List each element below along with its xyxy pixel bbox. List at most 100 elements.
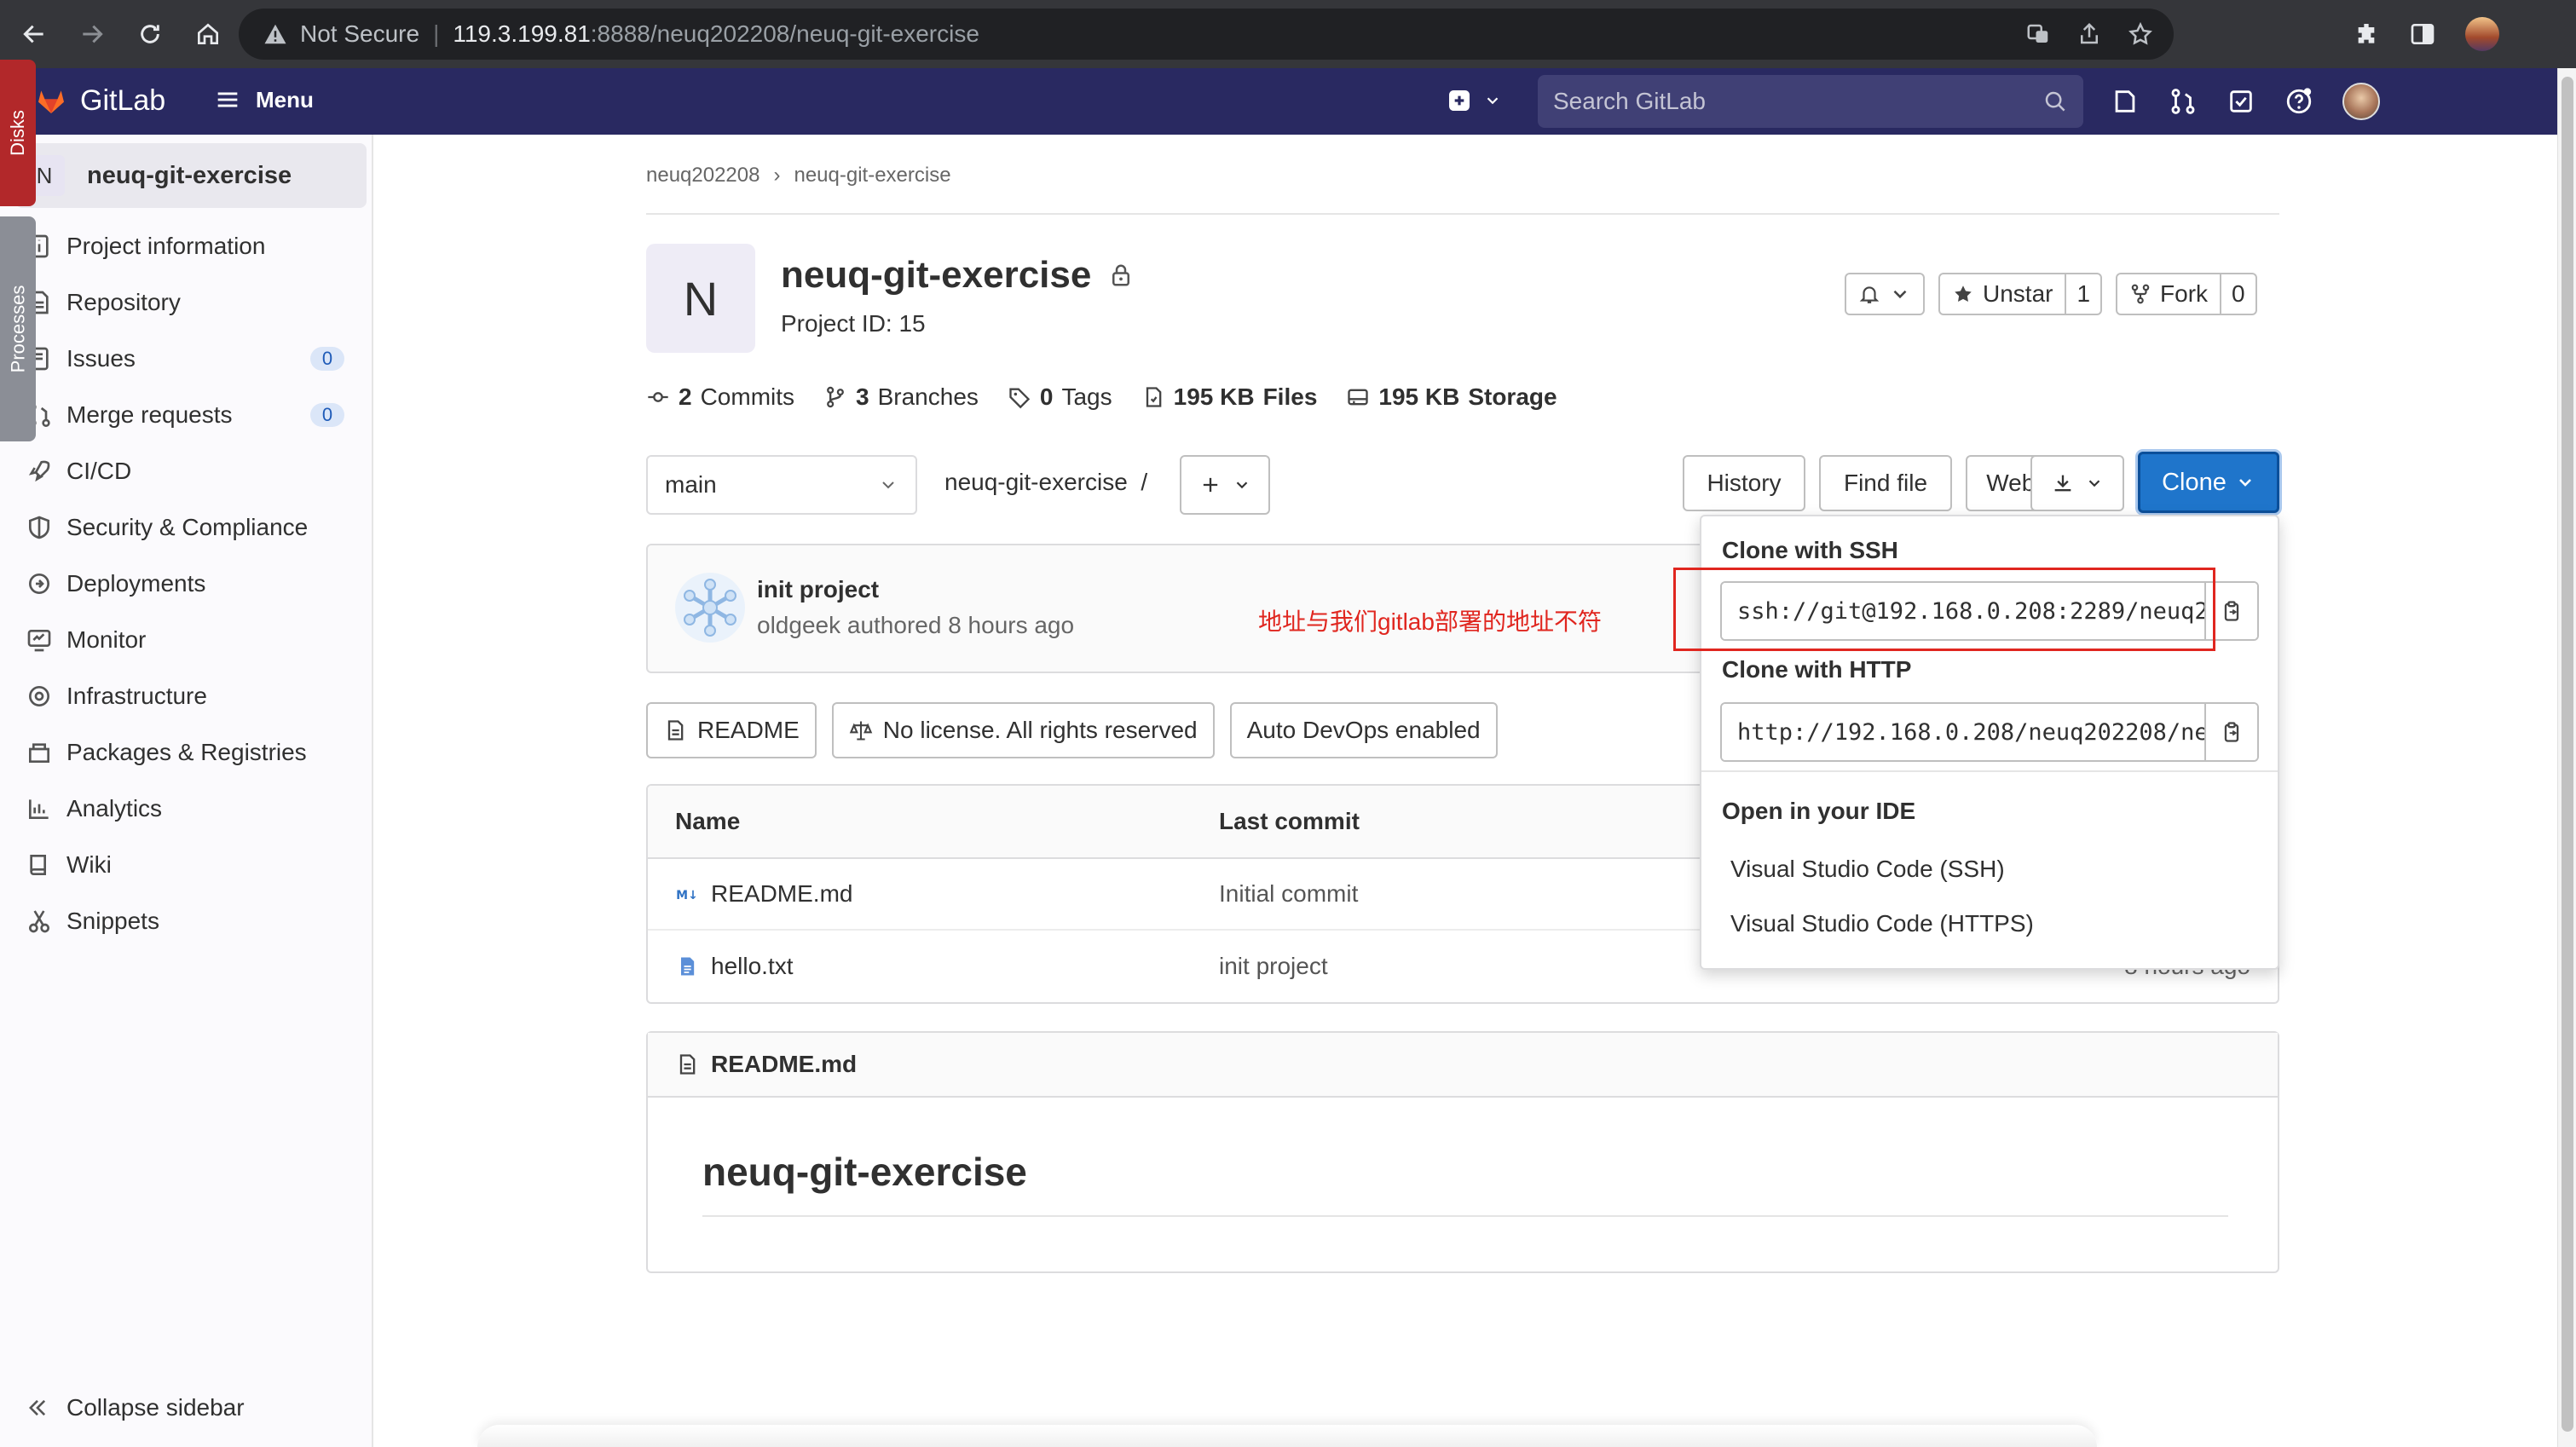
- gitlab-logo[interactable]: GitLab: [34, 84, 165, 118]
- collapse-sidebar-button[interactable]: Collapse sidebar: [26, 1394, 245, 1421]
- sidepanel-icon[interactable]: [2409, 20, 2436, 48]
- commits-count: 2: [679, 383, 692, 410]
- repo-path-name[interactable]: neuq-git-exercise: [944, 469, 1128, 495]
- sidebar-item-label: Packages & Registries: [66, 739, 307, 765]
- commit-title[interactable]: init project: [757, 576, 879, 603]
- forward-button[interactable]: [68, 10, 116, 58]
- share-icon[interactable]: [2076, 21, 2102, 47]
- file-last-commit[interactable]: init project: [1219, 953, 1328, 980]
- chevron-down-icon: [1893, 290, 1907, 299]
- address-bar[interactable]: Not Secure | 119.3.199.81:8888/neuq20220…: [239, 9, 2174, 60]
- open-vscode-ssh-item[interactable]: Visual Studio Code (SSH): [1730, 856, 2005, 883]
- search-input[interactable]: Search GitLab: [1538, 75, 2083, 128]
- sidebar-item-wiki[interactable]: Wiki: [0, 837, 373, 893]
- sidebar-item-label: Monitor: [66, 626, 147, 653]
- file-last-commit[interactable]: Initial commit: [1219, 880, 1358, 908]
- sidebar-item-label: Analytics: [66, 795, 163, 822]
- issues-count-badge: 0: [310, 347, 344, 371]
- reload-icon: [141, 25, 159, 43]
- fork-icon: [2131, 284, 2150, 304]
- branches-count: 3: [856, 383, 869, 410]
- sidebar-item-security-compliance[interactable]: Security & Compliance: [0, 499, 373, 556]
- sidebar-project-header[interactable]: N neuq-git-exercise: [15, 143, 367, 208]
- bookmark-star-icon[interactable]: [2128, 21, 2153, 47]
- brand-name: GitLab: [80, 84, 166, 117]
- file-name-cell[interactable]: hello.txt: [675, 953, 794, 980]
- sidebar-item-merge-requests[interactable]: Merge requests 0: [0, 387, 373, 443]
- notification-dropdown[interactable]: [1845, 273, 1925, 315]
- merge-requests-nav-icon[interactable]: [2169, 87, 2198, 116]
- doc-icon: [667, 720, 684, 741]
- scrollbar-thumb[interactable]: [2562, 77, 2573, 1432]
- warning-icon: [264, 24, 286, 44]
- fork-count[interactable]: 0: [2220, 274, 2255, 314]
- user-avatar[interactable]: [2342, 83, 2380, 120]
- commits-stat[interactable]: 2 Commits: [646, 383, 794, 411]
- branch-selector[interactable]: main: [646, 455, 917, 515]
- unstar-button[interactable]: Unstar: [1940, 274, 2065, 314]
- branches-label: Branches: [877, 383, 979, 410]
- issues-nav-icon[interactable]: [2111, 87, 2140, 116]
- sidebar-item-ci-cd[interactable]: CI/CD: [0, 443, 373, 499]
- sidebar-item-infrastructure[interactable]: Infrastructure: [0, 668, 373, 724]
- extensions-icon[interactable]: [2353, 20, 2380, 48]
- open-vscode-https-item[interactable]: Visual Studio Code (HTTPS): [1730, 910, 2034, 937]
- new-dropdown-button[interactable]: [1446, 87, 1502, 114]
- processes-overlay-tab[interactable]: Processes: [0, 216, 36, 441]
- sidebar-item-monitor[interactable]: Monitor: [0, 612, 373, 668]
- readme-button[interactable]: README: [646, 702, 817, 758]
- sidebar-item-issues[interactable]: Issues 0: [0, 331, 373, 387]
- storage-stat[interactable]: 195 KB Storage: [1346, 383, 1557, 411]
- files-stat[interactable]: 195 KB Files: [1141, 383, 1317, 411]
- todos-nav-icon[interactable]: [2227, 87, 2255, 116]
- license-button-label: No license. All rights reserved: [882, 717, 1198, 743]
- scale-icon: [849, 721, 873, 741]
- commit-author[interactable]: oldgeek: [757, 612, 840, 638]
- breadcrumb-project-link[interactable]: neuq-git-exercise: [794, 164, 950, 187]
- star-icon: [1955, 285, 1972, 302]
- license-button[interactable]: No license. All rights reserved: [831, 702, 1215, 758]
- commit-author-avatar[interactable]: [675, 573, 745, 643]
- auto-devops-button[interactable]: Auto DevOps enabled: [1229, 702, 1498, 758]
- sidebar-item-analytics[interactable]: Analytics: [0, 781, 373, 837]
- clone-http-input[interactable]: [1722, 704, 2204, 760]
- fork-button[interactable]: Fork: [2117, 274, 2220, 314]
- history-button[interactable]: History: [1683, 455, 1805, 511]
- readme-filename[interactable]: README.md: [711, 1051, 857, 1078]
- sidebar-item-deployments[interactable]: Deployments: [0, 556, 373, 612]
- help-icon[interactable]: [2284, 87, 2313, 116]
- commit-icon: [648, 392, 668, 402]
- home-button[interactable]: [184, 10, 232, 58]
- branches-stat[interactable]: 3 Branches: [823, 383, 979, 411]
- browser-profile-avatar[interactable]: [2465, 17, 2499, 51]
- translate-icon[interactable]: [2025, 21, 2051, 47]
- open-in-ide-label: Open in your IDE: [1722, 798, 1916, 824]
- sidebar-item-snippets[interactable]: Snippets: [0, 893, 373, 949]
- back-button[interactable]: [10, 10, 58, 58]
- reload-button[interactable]: [126, 10, 174, 58]
- find-file-button[interactable]: Find file: [1819, 455, 1952, 511]
- add-to-tree-dropdown[interactable]: [1180, 455, 1270, 515]
- sidebar-item-packages-registries[interactable]: Packages & Registries: [0, 724, 373, 781]
- copy-http-url-button[interactable]: [2204, 704, 2257, 760]
- menu-button[interactable]: Menu: [213, 85, 314, 114]
- project-stats: 2 Commits 3 Branches 0 Tags 195 KB Files 195…: [646, 383, 1557, 411]
- sidebar-menu: Project information Repository Issues 0 …: [0, 218, 373, 949]
- download-dropdown[interactable]: [2030, 455, 2124, 511]
- disks-overlay-tab[interactable]: Disks: [0, 60, 36, 206]
- sidebar-item-repository[interactable]: Repository: [0, 274, 373, 331]
- page-scrollbar[interactable]: [2557, 68, 2576, 1447]
- processes-tab-label: Processes: [7, 285, 28, 373]
- tags-count: 0: [1039, 383, 1054, 410]
- sidebar-item-project-information[interactable]: Project information: [0, 218, 373, 274]
- clone-button[interactable]: Clone: [2138, 452, 2279, 513]
- tags-stat[interactable]: 0 Tags: [1008, 383, 1112, 411]
- arrow-left-icon: [23, 25, 43, 43]
- star-count[interactable]: 1: [2065, 274, 2100, 314]
- breadcrumb-group-link[interactable]: neuq202208: [646, 164, 760, 187]
- double-chevron-left-icon: [29, 1399, 46, 1416]
- project-title: neuq-git-exercise: [781, 254, 1134, 297]
- lock-icon: [1112, 264, 1130, 286]
- storage-size: 195 KB: [1378, 383, 1460, 410]
- file-name-cell[interactable]: M↓ README.md: [675, 880, 852, 908]
